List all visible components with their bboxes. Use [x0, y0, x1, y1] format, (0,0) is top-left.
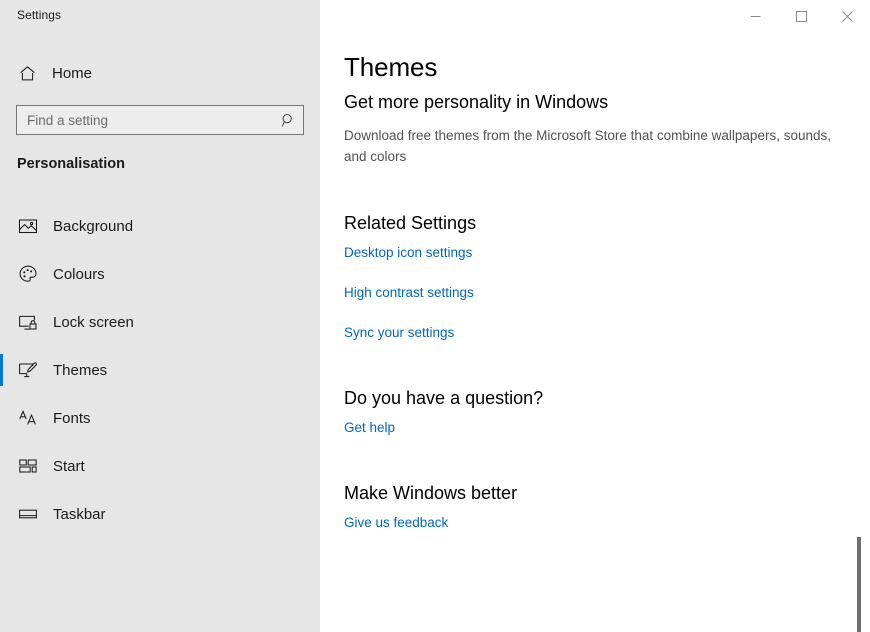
palette-icon [17, 263, 39, 285]
scrollbar[interactable] [854, 36, 864, 632]
question-links: Get help [344, 419, 846, 437]
sidebar-home-label: Home [52, 64, 93, 82]
related-settings-links: Desktop icon settings High contrast setti… [344, 244, 846, 342]
sidebar-item-colours[interactable]: Colours [0, 250, 320, 298]
sidebar-item-themes[interactable]: Themes [0, 346, 320, 394]
question-section: Do you have a question? Get help [344, 386, 846, 437]
sidebar-item-label: Taskbar [53, 505, 106, 523]
related-settings-heading: Related Settings [344, 213, 477, 233]
feedback-section: Make Windows better Give us feedback [344, 481, 846, 532]
sidebar-item-label: Lock screen [53, 313, 134, 331]
settings-window: Settings Home Personalis [0, 0, 870, 632]
feedback-links: Give us feedback [344, 514, 846, 532]
search-icon[interactable] [277, 109, 299, 131]
page-body: Themes Get more personality in Windows D… [344, 50, 846, 532]
start-tiles-icon [17, 455, 39, 477]
sidebar-item-label: Start [53, 457, 85, 475]
link-give-us-feedback[interactable]: Give us feedback [344, 514, 448, 532]
sidebar-item-label: Themes [53, 361, 108, 379]
sidebar-item-label: Fonts [53, 409, 91, 427]
home-icon [17, 63, 37, 83]
content-area: Themes Get more personality in Windows D… [320, 0, 870, 632]
sidebar-item-background[interactable]: Background [0, 202, 320, 250]
question-heading: Do you have a question? [344, 388, 544, 408]
related-settings-section: Related Settings Desktop icon settings Hi… [344, 211, 846, 342]
maximize-button[interactable] [778, 0, 824, 32]
app-title: Settings [17, 8, 62, 22]
sidebar-item-label: Colours [53, 265, 105, 283]
sidebar: Settings Home Personalis [0, 0, 320, 632]
search-container [16, 105, 304, 135]
sidebar-item-label: Background [53, 217, 134, 235]
window-controls [732, 0, 870, 32]
sidebar-item-home[interactable]: Home [0, 56, 320, 90]
promo-description: Download free themes from the Microsoft … [344, 128, 831, 164]
lock-screen-icon [17, 311, 39, 333]
sidebar-nav: Background Colours Lock screen Themes Fonts S… [0, 202, 320, 538]
search-box[interactable] [16, 105, 304, 135]
feedback-heading: Make Windows better [344, 483, 518, 503]
link-high-contrast-settings[interactable]: High contrast settings [344, 284, 474, 302]
sidebar-item-fonts[interactable]: Fonts [0, 394, 320, 442]
sidebar-item-start[interactable]: Start [0, 442, 320, 490]
image-icon [17, 215, 39, 237]
sidebar-item-lock-screen[interactable]: Lock screen [0, 298, 320, 346]
link-desktop-icon-settings[interactable]: Desktop icon settings [344, 244, 472, 262]
theme-brush-icon [17, 359, 39, 381]
fonts-aa-icon [17, 407, 39, 429]
sidebar-item-taskbar[interactable]: Taskbar [0, 490, 320, 538]
scrollbar-thumb[interactable] [857, 537, 861, 632]
taskbar-icon [17, 503, 39, 525]
minimize-button[interactable] [732, 0, 778, 32]
sidebar-section-label: Personalisation [17, 156, 125, 172]
link-get-help[interactable]: Get help [344, 419, 395, 437]
close-button[interactable] [824, 0, 870, 32]
search-input[interactable] [27, 107, 277, 133]
link-sync-your-settings[interactable]: Sync your settings [344, 324, 454, 342]
promo-heading: Get more personality in Windows [344, 92, 609, 112]
page-title: Themes [344, 52, 438, 82]
